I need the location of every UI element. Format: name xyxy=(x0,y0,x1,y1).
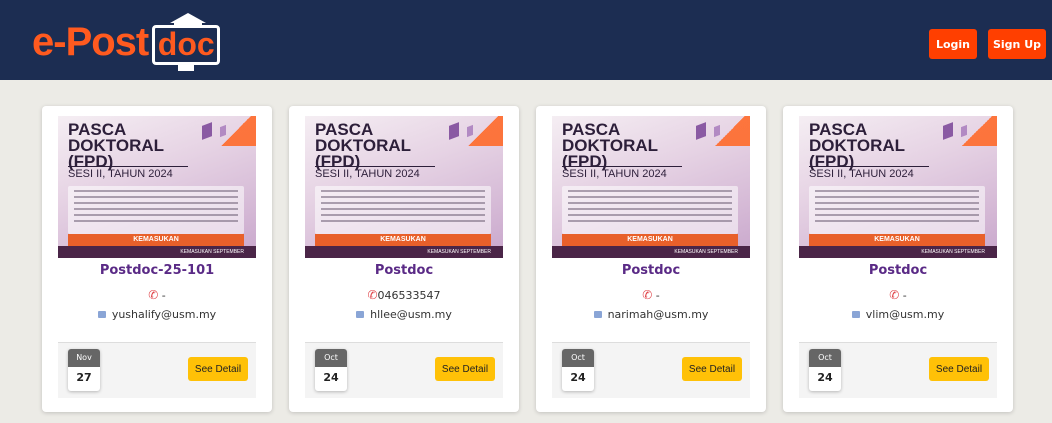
card-phone: ✆046533547 xyxy=(289,288,519,302)
phone-value: 046533547 xyxy=(377,289,441,302)
phone-icon: ✆ xyxy=(148,288,159,302)
site-logo[interactable]: e-Post doc xyxy=(32,12,224,72)
poster-kemasukan: KEMASUKAN xyxy=(562,234,738,246)
email-icon xyxy=(97,310,106,318)
email-value: narimah@usm.my xyxy=(607,308,709,321)
date-badge: Oct 24 xyxy=(562,349,594,391)
email-value: hllee@usm.my xyxy=(370,308,452,321)
card-email: yushalify@usm.my xyxy=(42,308,272,321)
postdoc-card[interactable]: PASCA DOKTORAL (FPD) SESI II, TAHUN 2024 K… xyxy=(289,106,519,412)
card-phone: ✆ - xyxy=(536,288,766,302)
poster-footer: KEMASUKAN SEPTEMBER xyxy=(58,246,256,258)
date-badge: Nov 27 xyxy=(68,349,100,391)
login-button[interactable]: Login xyxy=(929,29,977,59)
phone-icon: ✆ xyxy=(642,288,653,302)
poster-image: PASCA DOKTORAL (FPD) SESI II, TAHUN 2024 K… xyxy=(552,116,750,258)
phone-value: - xyxy=(161,289,166,302)
poster-session: SESI II, TAHUN 2024 xyxy=(315,168,420,180)
poster-footer: KEMASUKAN SEPTEMBER xyxy=(799,246,997,258)
poster-session: SESI II, TAHUN 2024 xyxy=(68,168,173,180)
poster-footer: KEMASUKAN SEPTEMBER xyxy=(552,246,750,258)
card-footer: Nov 27 See Detail xyxy=(58,342,256,398)
card-phone: ✆ - xyxy=(783,288,1013,302)
postdoc-card[interactable]: PASCA DOKTORAL (FPD) SESI II, TAHUN 2024 K… xyxy=(536,106,766,412)
email-value: yushalify@usm.my xyxy=(111,308,217,321)
date-day: 27 xyxy=(76,371,92,384)
postdoc-card[interactable]: PASCA DOKTORAL (FPD) SESI II, TAHUN 2024 K… xyxy=(783,106,1013,412)
card-email: vlim@usm.my xyxy=(783,308,1013,321)
date-day: 24 xyxy=(570,371,586,384)
poster-kemasukan: KEMASUKAN xyxy=(315,234,491,246)
card-footer: Oct 24 See Detail xyxy=(799,342,997,398)
phone-value: - xyxy=(902,289,907,302)
phone-icon: ✆ xyxy=(367,288,378,302)
email-value: vlim@usm.my xyxy=(865,308,945,321)
poster-image: PASCA DOKTORAL (FPD) SESI II, TAHUN 2024 K… xyxy=(305,116,503,258)
email-icon xyxy=(593,310,602,318)
date-badge: Oct 24 xyxy=(315,349,347,391)
card-title[interactable]: Postdoc xyxy=(536,263,766,278)
poster-footer: KEMASUKAN SEPTEMBER xyxy=(305,246,503,258)
card-footer: Oct 24 See Detail xyxy=(552,342,750,398)
poster-session: SESI II, TAHUN 2024 xyxy=(809,168,914,180)
phone-value: - xyxy=(655,289,660,302)
poster-image: PASCA DOKTORAL (FPD) SESI II, TAHUN 2024 K… xyxy=(58,116,256,258)
signup-button[interactable]: Sign Up xyxy=(988,29,1046,59)
poster-kemasukan: KEMASUKAN xyxy=(68,234,244,246)
date-month: Nov xyxy=(68,349,100,367)
phone-icon: ✆ xyxy=(889,288,900,302)
postdoc-card[interactable]: PASCA DOKTORAL (FPD) SESI II, TAHUN 2024 K… xyxy=(42,106,272,412)
logo-doc-text: doc xyxy=(157,26,215,62)
graduation-monitor-icon: doc xyxy=(150,13,224,71)
see-detail-button[interactable]: See Detail xyxy=(682,357,742,381)
card-title[interactable]: Postdoc xyxy=(783,263,1013,278)
poster-session: SESI II, TAHUN 2024 xyxy=(562,168,667,180)
card-phone: ✆ - xyxy=(42,288,272,302)
site-header: e-Post doc Login Sign Up xyxy=(0,0,1052,80)
date-day: 24 xyxy=(817,371,833,384)
poster-kemasukan: KEMASUKAN xyxy=(809,234,985,246)
poster-image: PASCA DOKTORAL (FPD) SESI II, TAHUN 2024 K… xyxy=(799,116,997,258)
date-badge: Oct 24 xyxy=(809,349,841,391)
card-email: hllee@usm.my xyxy=(289,308,519,321)
date-month: Oct xyxy=(562,349,594,367)
date-day: 24 xyxy=(323,371,339,384)
card-email: narimah@usm.my xyxy=(536,308,766,321)
email-icon xyxy=(356,310,365,318)
email-icon xyxy=(851,310,860,318)
date-month: Oct xyxy=(809,349,841,367)
see-detail-button[interactable]: See Detail xyxy=(929,357,989,381)
card-footer: Oct 24 See Detail xyxy=(305,342,503,398)
date-month: Oct xyxy=(315,349,347,367)
card-title[interactable]: Postdoc xyxy=(289,263,519,278)
see-detail-button[interactable]: See Detail xyxy=(435,357,495,381)
see-detail-button[interactable]: See Detail xyxy=(188,357,248,381)
logo-text: e-Post xyxy=(32,20,149,64)
card-title[interactable]: Postdoc-25-101 xyxy=(42,263,272,278)
